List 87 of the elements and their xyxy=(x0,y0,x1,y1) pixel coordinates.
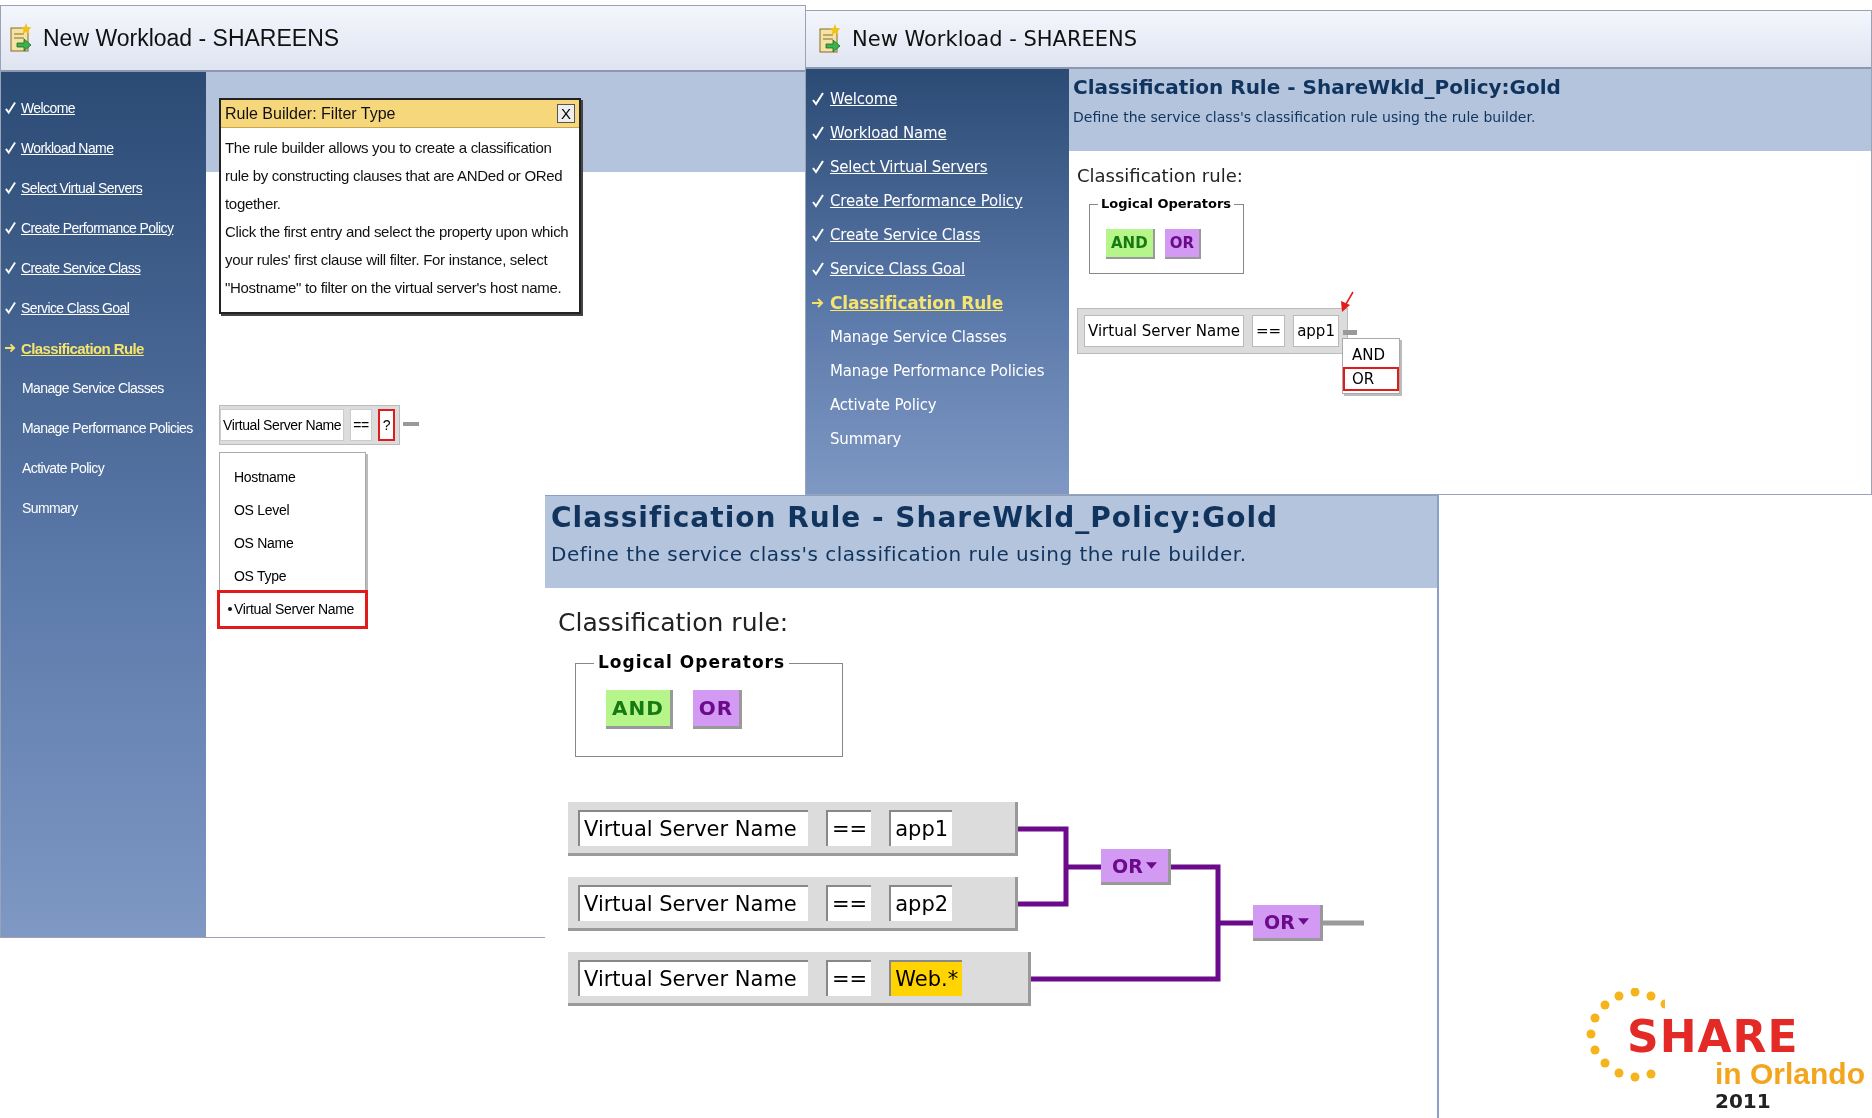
window-title: New Workload - SHAREENS xyxy=(852,27,1138,51)
rule-label: Classification rule: xyxy=(1077,165,1243,186)
nav-link[interactable]: Service Class Goal xyxy=(21,300,130,316)
nav-link[interactable]: Manage Performance Policies xyxy=(830,362,1045,380)
connector-stub xyxy=(403,422,419,426)
operator-button[interactable]: AND xyxy=(606,690,673,729)
check-icon xyxy=(5,181,16,195)
check-icon xyxy=(812,262,824,276)
operator-field[interactable]: == xyxy=(826,959,872,996)
dropdown-option[interactable]: Virtual Server Name xyxy=(220,593,365,626)
arrow-icon xyxy=(812,297,824,309)
check-icon xyxy=(5,221,16,235)
combinator-dropdown[interactable]: OR xyxy=(1253,905,1323,941)
nav-link[interactable]: Workload Name xyxy=(21,140,114,156)
operator-button[interactable]: AND xyxy=(1106,229,1155,259)
nav-link[interactable]: Select Virtual Servers xyxy=(830,158,988,176)
nav-link[interactable]: Classification Rule xyxy=(830,293,1003,313)
dropdown-option[interactable]: OS Type xyxy=(220,560,365,593)
operator-field[interactable]: == xyxy=(826,809,872,846)
nav-link[interactable]: Welcome xyxy=(21,100,75,116)
caret-icon xyxy=(1145,862,1157,869)
property-field[interactable]: Virtual Server Name xyxy=(1084,315,1244,347)
nav-link[interactable]: Manage Service Classes xyxy=(830,328,1007,346)
operator-button[interactable]: OR xyxy=(692,690,743,729)
close-button[interactable]: X xyxy=(557,104,575,123)
check-icon xyxy=(812,194,824,208)
arrow-icon xyxy=(5,342,16,354)
nav-link[interactable]: Workload Name xyxy=(830,124,947,142)
nav-link[interactable]: Create Service Class xyxy=(830,226,981,244)
page-heading: Classification Rule - ShareWkld_Policy:Gold xyxy=(1073,75,1562,99)
popup-text: Click the first entry and select the property upon which your rules' first clause will filter. For instance, select "Hostname" to filter on the virtual server's host name. xyxy=(225,222,570,298)
combinator-dropdown[interactable]: OR xyxy=(1101,849,1171,885)
dropdown-option[interactable]: Hostname xyxy=(220,461,365,494)
logo-year: 2011 xyxy=(1715,1089,1771,1113)
operator-button[interactable]: OR xyxy=(1164,229,1201,259)
menu-item[interactable]: AND xyxy=(1343,343,1399,367)
nav-link[interactable]: Welcome xyxy=(830,90,898,108)
rule-label: Classification rule: xyxy=(558,608,790,637)
value-field[interactable]: app1 xyxy=(889,809,953,846)
check-icon xyxy=(812,126,824,140)
check-icon xyxy=(5,101,16,115)
property-field[interactable]: Virtual Server Name xyxy=(578,809,808,846)
caret-icon xyxy=(1297,918,1309,925)
value-field[interactable]: ? xyxy=(377,409,396,441)
nav-link[interactable]: Activate Policy xyxy=(830,396,937,414)
menu-item[interactable]: OR xyxy=(1343,367,1399,391)
check-icon xyxy=(812,228,824,242)
check-icon xyxy=(812,160,824,174)
popup-text: The rule builder allows you to create a classification rule by constructing clauses that are ANDed or ORed together. xyxy=(225,138,564,214)
nav-link[interactable]: Summary xyxy=(22,500,78,516)
nav-link[interactable]: Create Service Class xyxy=(21,260,141,276)
window-title: New Workload - SHAREENS xyxy=(43,24,340,52)
nav-link[interactable]: Activate Policy xyxy=(22,460,105,476)
check-icon xyxy=(5,261,16,275)
property-field[interactable]: Virtual Server Name xyxy=(578,884,808,921)
value-field[interactable]: Web.* xyxy=(889,959,963,996)
operator-field[interactable]: == xyxy=(826,884,872,921)
nav-link[interactable]: Service Class Goal xyxy=(830,260,965,278)
nav-link[interactable]: Manage Service Classes xyxy=(22,380,164,396)
nav-link[interactable]: Select Virtual Servers xyxy=(21,180,143,196)
nav-link[interactable]: Classification Rule xyxy=(21,339,144,357)
dropdown-option[interactable]: OS Level xyxy=(220,494,365,527)
page-description: Define the service class's classification rule using the rule builder. xyxy=(551,542,1248,566)
document-arrow-icon xyxy=(818,24,842,54)
popup-title: Rule Builder: Filter Type xyxy=(225,104,396,123)
property-field[interactable]: Virtual Server Name xyxy=(578,959,808,996)
check-icon xyxy=(812,92,824,106)
page-heading: Classification Rule - ShareWkld_Policy:Gold xyxy=(551,501,1280,534)
nav-link[interactable]: Create Performance Policy xyxy=(830,192,1023,210)
dropdown-option[interactable]: OS Name xyxy=(220,527,365,560)
connector-stub xyxy=(1323,920,1364,926)
document-arrow-icon xyxy=(9,23,33,53)
operator-field[interactable]: == xyxy=(350,409,372,441)
property-field[interactable]: Virtual Server Name xyxy=(220,409,345,441)
check-icon xyxy=(5,301,16,315)
nav-link[interactable]: Create Performance Policy xyxy=(21,220,174,236)
connector-stub xyxy=(1343,330,1357,335)
group-legend: Logical Operators xyxy=(1098,196,1235,211)
operator-field[interactable]: == xyxy=(1252,315,1286,347)
pointer-arrow-icon xyxy=(1340,291,1356,313)
value-field[interactable]: app1 xyxy=(1293,315,1339,347)
nav-link[interactable]: Manage Performance Policies xyxy=(22,420,193,436)
check-icon xyxy=(5,141,16,155)
group-legend: Logical Operators xyxy=(594,652,790,672)
value-field[interactable]: app2 xyxy=(889,884,953,921)
page-description: Define the service class's classification rule using the rule builder. xyxy=(1073,109,1537,125)
bullet-icon xyxy=(228,607,232,611)
